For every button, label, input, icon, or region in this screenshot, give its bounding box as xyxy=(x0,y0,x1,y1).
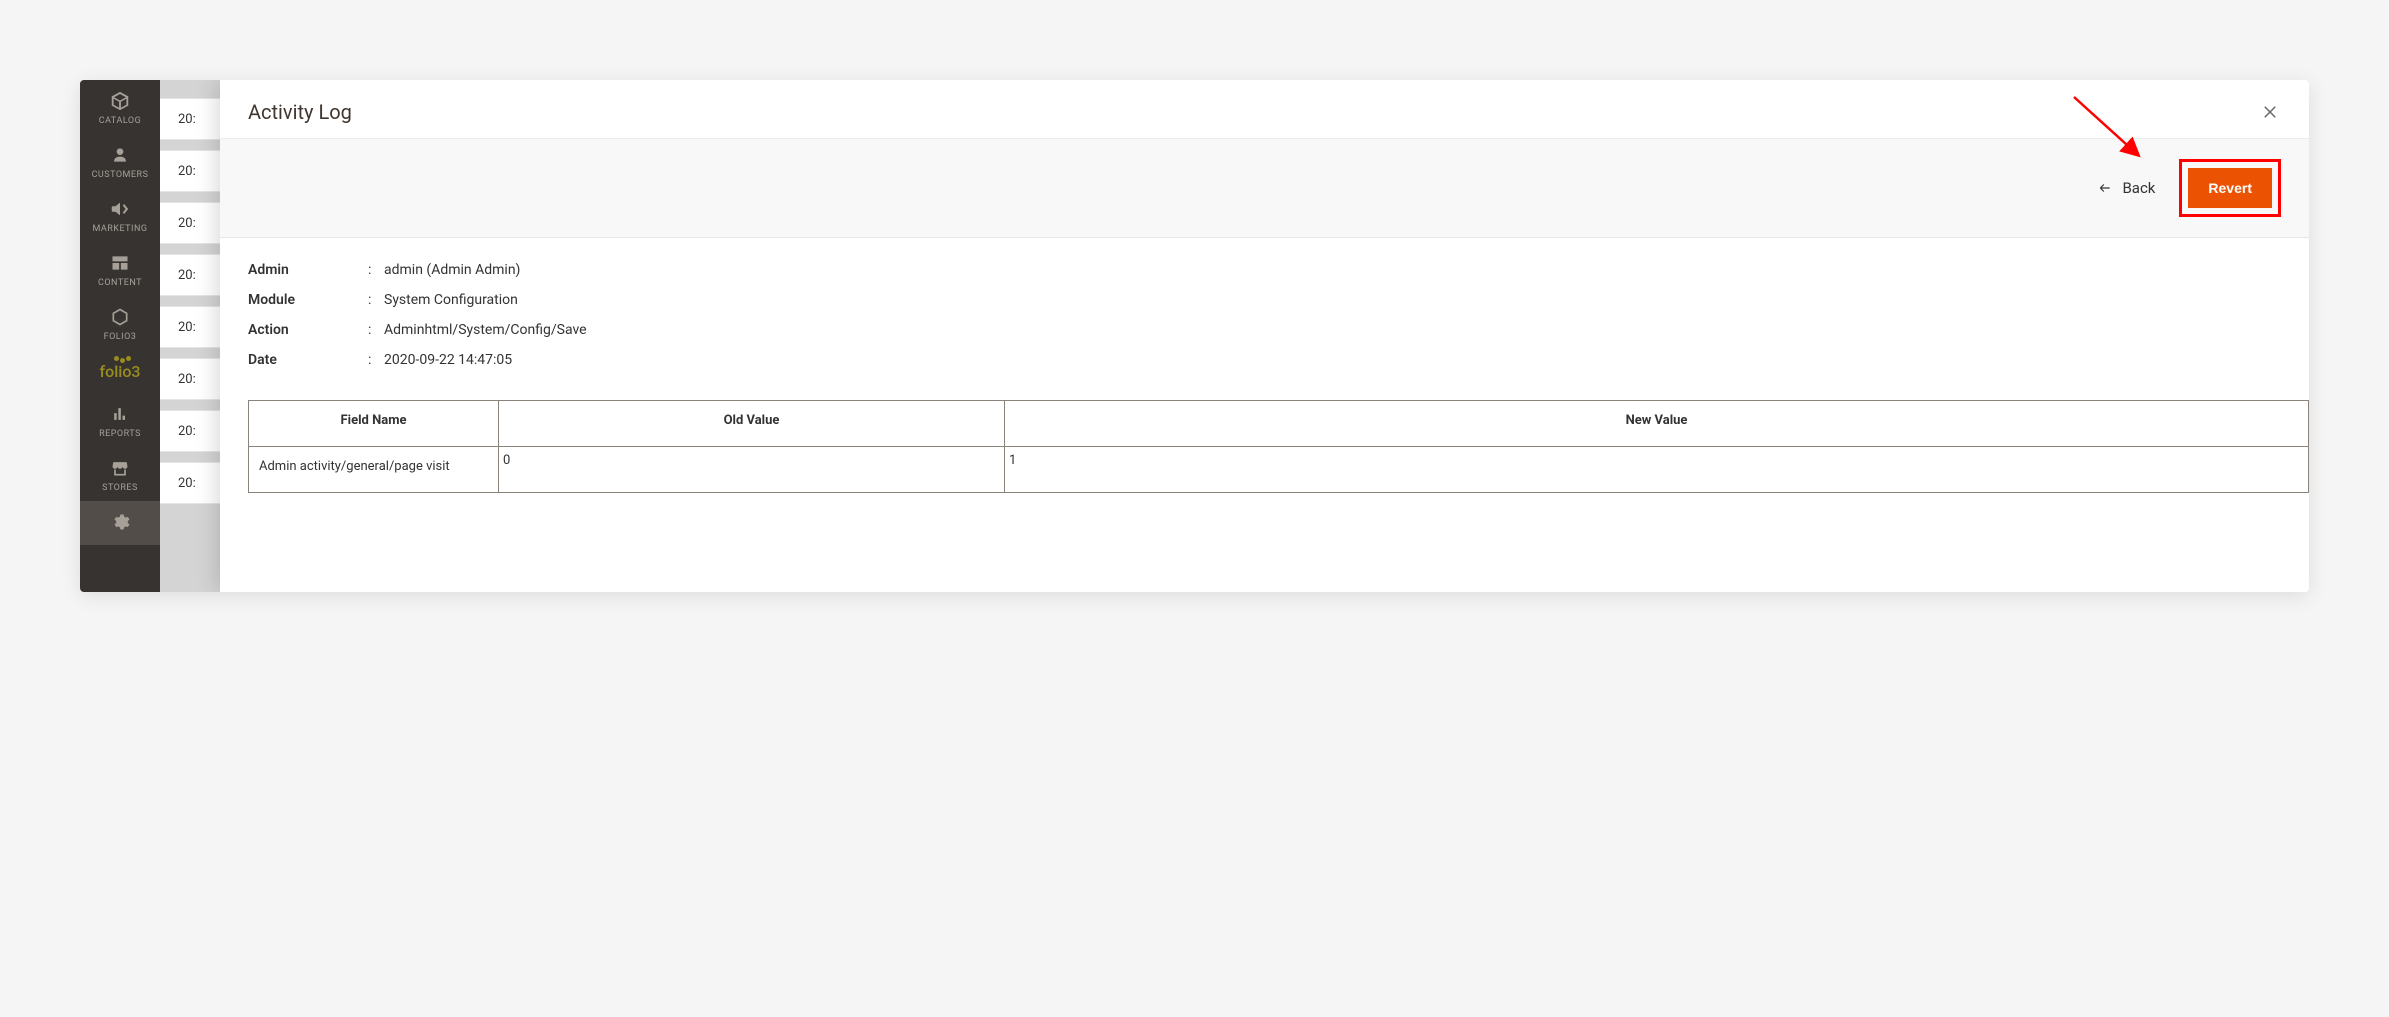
sidebar-item-system[interactable] xyxy=(80,501,160,545)
sidebar-folio3-logo[interactable]: folio3 xyxy=(99,350,140,393)
detail-module: Module : System Configuration xyxy=(248,292,2281,308)
sidebar-item-label: CONTENT xyxy=(98,278,142,288)
modal-toolbar: Back Revert xyxy=(220,139,2309,238)
table-row: Admin activity/general/page visit 0 1 xyxy=(249,447,2309,493)
sidebar-item-catalog[interactable]: CATALOG xyxy=(80,80,160,134)
sidebar-item-stores[interactable]: STORES xyxy=(80,447,160,501)
activity-details: Admin : admin (Admin Admin) Module : Sys… xyxy=(220,238,2309,400)
detail-label: Action xyxy=(248,322,368,338)
cube-icon xyxy=(109,90,131,112)
sidebar-item-label: MARKETING xyxy=(92,224,147,234)
sidebar-item-label: REPORTS xyxy=(99,429,141,439)
detail-value: System Configuration xyxy=(384,292,518,308)
revert-button[interactable]: Revert xyxy=(2188,168,2272,208)
detail-value: Adminhtml/System/Config/Save xyxy=(384,322,587,338)
sidebar-item-folio3[interactable]: FOLIO3 xyxy=(80,296,160,350)
sidebar-item-reports[interactable]: REPORTS xyxy=(80,393,160,447)
detail-value: admin (Admin Admin) xyxy=(384,262,520,278)
gear-icon xyxy=(109,511,131,533)
detail-label: Module xyxy=(248,292,368,308)
cell-new-value: 1 xyxy=(1005,447,2309,493)
sidebar-item-label: CUSTOMERS xyxy=(92,170,149,180)
close-icon xyxy=(2261,103,2279,121)
sidebar-item-label: STORES xyxy=(102,483,138,493)
th-new-value: New Value xyxy=(1005,401,2309,447)
modal-title: Activity Log xyxy=(248,100,352,124)
sidebar-item-label: FOLIO3 xyxy=(104,332,137,342)
table-header-row: Field Name Old Value New Value xyxy=(249,401,2309,447)
cell-field-name: Admin activity/general/page visit xyxy=(249,447,499,493)
detail-label: Admin xyxy=(248,262,368,278)
th-field-name: Field Name xyxy=(249,401,499,447)
back-button-label: Back xyxy=(2122,179,2155,197)
back-button[interactable]: Back xyxy=(2092,171,2159,205)
modal-header: Activity Log xyxy=(220,80,2309,139)
detail-admin: Admin : admin (Admin Admin) xyxy=(248,262,2281,278)
layout-icon xyxy=(109,252,131,274)
sidebar-item-label: CATALOG xyxy=(99,116,141,126)
revert-highlight-box: Revert xyxy=(2179,159,2281,217)
detail-action: Action : Adminhtml/System/Config/Save xyxy=(248,322,2281,338)
sidebar: CATALOG CUSTOMERS MARKETING CONTENT FOLI… xyxy=(80,80,160,592)
cell-old-value: 0 xyxy=(499,447,1005,493)
person-icon xyxy=(109,144,131,166)
detail-value: 2020-09-22 14:47:05 xyxy=(384,352,512,368)
sidebar-item-marketing[interactable]: MARKETING xyxy=(80,188,160,242)
th-old-value: Old Value xyxy=(499,401,1005,447)
app-frame: CATALOG CUSTOMERS MARKETING CONTENT FOLI… xyxy=(80,80,2309,592)
activity-log-modal: Activity Log Back Revert xyxy=(220,80,2309,592)
hexagon-icon xyxy=(109,306,131,328)
chart-icon xyxy=(109,403,131,425)
detail-label: Date xyxy=(248,352,368,368)
megaphone-icon xyxy=(109,198,131,220)
changes-table: Field Name Old Value New Value Admin act… xyxy=(248,400,2309,493)
arrow-left-icon xyxy=(2096,181,2114,195)
store-icon xyxy=(109,457,131,479)
detail-date: Date : 2020-09-22 14:47:05 xyxy=(248,352,2281,368)
sidebar-item-customers[interactable]: CUSTOMERS xyxy=(80,134,160,188)
close-button[interactable] xyxy=(2259,101,2281,123)
sidebar-item-content[interactable]: CONTENT xyxy=(80,242,160,296)
